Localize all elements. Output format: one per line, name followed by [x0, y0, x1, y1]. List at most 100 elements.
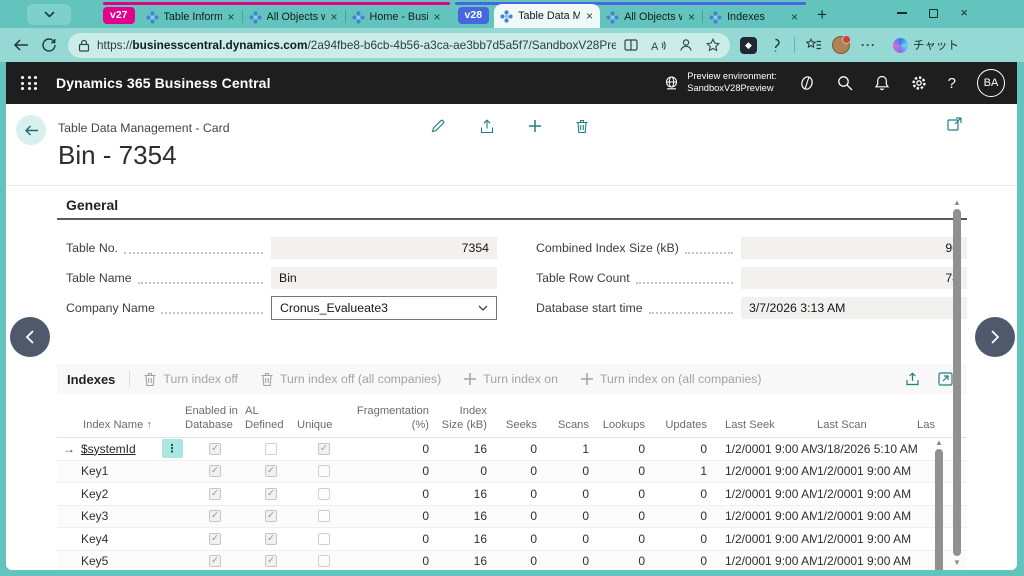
browser-profile-avatar[interactable]: [832, 36, 850, 54]
copilot-header-icon[interactable]: [798, 75, 816, 91]
back-icon[interactable]: [13, 38, 29, 52]
browser-tab[interactable]: Home - Business C×: [346, 6, 448, 28]
favorites-bar-icon[interactable]: [806, 38, 821, 52]
edit-button[interactable]: [430, 118, 446, 134]
tab-close-icon[interactable]: ×: [433, 10, 442, 24]
row-options-icon[interactable]: ⋮: [162, 439, 183, 458]
tab-close-icon[interactable]: ×: [227, 10, 236, 24]
column-header[interactable]: Last Scan: [817, 418, 917, 437]
profile-icon[interactable]: [679, 38, 693, 52]
numeric-cell: 0: [595, 442, 651, 456]
index-name-cell[interactable]: Key1: [81, 464, 159, 478]
page-scrollbar[interactable]: ▲ ▼: [951, 198, 963, 567]
tab-group-badge-v27[interactable]: v27: [103, 7, 135, 24]
column-header[interactable]: Unique: [297, 418, 351, 437]
toolbar-action[interactable]: Turn index off (all companies): [260, 372, 441, 387]
general-section-heading[interactable]: General: [57, 186, 967, 220]
column-header[interactable]: Seeks: [493, 418, 543, 437]
scroll-down-icon[interactable]: ▼: [953, 558, 961, 567]
business-central-favicon: [709, 11, 722, 24]
index-name-link[interactable]: $systemId: [81, 442, 136, 456]
tab-actions-button[interactable]: [27, 4, 71, 25]
table-row[interactable]: Key3✓✓01600001/2/0001 9:00 AM1/2/0001 9:…: [57, 506, 967, 529]
open-in-new-window-icon[interactable]: [947, 117, 962, 131]
indexes-toolbar: Indexes Turn index off Turn index off (al…: [57, 364, 967, 394]
browser-tab[interactable]: All Objects with Ca×: [243, 6, 345, 28]
field-value-dropdown[interactable]: Cronus_Evalueate3: [271, 296, 497, 320]
tab-close-icon[interactable]: ×: [790, 10, 799, 24]
index-name-cell[interactable]: Key4: [81, 532, 159, 546]
favorite-star-icon[interactable]: [706, 38, 720, 52]
share-button[interactable]: [479, 118, 495, 134]
maximize-icon[interactable]: [929, 9, 938, 18]
column-header[interactable]: Lookups: [595, 418, 651, 437]
copilot-button[interactable]: チャット: [887, 35, 965, 55]
page-action-bar: [430, 118, 589, 134]
column-header[interactable]: Index Size (kB): [435, 404, 493, 437]
table-row[interactable]: →$systemId⋮✓✓01601001/2/0001 9:00 AM3/18…: [57, 438, 967, 461]
tab-group-badge-v28[interactable]: v28: [458, 7, 490, 24]
read-aloud-icon[interactable]: A: [651, 39, 666, 52]
browser-tab[interactable]: All Objects with Ca×: [600, 6, 702, 28]
table-row[interactable]: Key4✓✓01600001/2/0001 9:00 AM1/2/0001 9:…: [57, 528, 967, 551]
user-avatar[interactable]: BA: [977, 69, 1005, 97]
browser-menu-icon[interactable]: ···: [861, 38, 876, 52]
browser-tab[interactable]: Indexes×: [703, 6, 805, 28]
search-icon[interactable]: [837, 75, 853, 91]
delete-button[interactable]: [575, 118, 589, 134]
breadcrumb[interactable]: Table Data Management - Card: [58, 121, 230, 135]
waffle-icon[interactable]: [21, 76, 38, 90]
column-header[interactable]: AL Defined: [245, 404, 297, 437]
browser-tab[interactable]: Table Information×: [140, 6, 242, 28]
split-screen-icon[interactable]: [624, 38, 638, 52]
close-icon[interactable]: ×: [960, 8, 968, 18]
column-header[interactable]: Last Seek: [713, 418, 817, 437]
toolbar-action[interactable]: Turn index on: [463, 372, 558, 387]
indexes-heading[interactable]: Indexes: [67, 372, 115, 387]
tab-close-icon[interactable]: ×: [330, 10, 339, 24]
app-title[interactable]: Dynamics 365 Business Central: [56, 75, 271, 91]
back-button[interactable]: [16, 115, 46, 145]
scrollbar-thumb[interactable]: [953, 209, 961, 556]
refresh-icon[interactable]: [42, 38, 56, 52]
tab-close-icon[interactable]: ×: [585, 9, 594, 23]
table-row[interactable]: Key1✓✓0000011/2/0001 9:00 AM1/2/0001 9:0…: [57, 461, 967, 484]
minimize-icon[interactable]: [897, 12, 907, 13]
notifications-bell-icon[interactable]: [874, 75, 890, 91]
table-row[interactable]: Key5✓✓01600001/2/0001 9:00 AM1/2/0001 9:…: [57, 551, 967, 571]
scrollbar-thumb[interactable]: [935, 449, 943, 570]
index-name-cell[interactable]: $systemId: [81, 442, 159, 456]
column-header[interactable]: Enabled in Database: [185, 404, 245, 437]
settings-gear-icon[interactable]: [911, 75, 927, 91]
browser-essentials-icon[interactable]: [768, 38, 783, 53]
tab-close-icon[interactable]: ×: [687, 10, 696, 24]
column-header[interactable]: Scans: [543, 418, 595, 437]
new-button[interactable]: [528, 118, 542, 134]
column-header[interactable]: Updates: [651, 418, 713, 437]
new-tab-button[interactable]: +: [817, 5, 827, 25]
next-record-button[interactable]: [975, 317, 1015, 357]
browser-tab[interactable]: Table Data Manage×: [494, 4, 600, 28]
toolbar-action[interactable]: Turn index off: [143, 372, 238, 387]
table-scrollbar[interactable]: ▲: [933, 438, 945, 570]
column-header[interactable]: Las: [917, 418, 935, 437]
extension-badge-icon[interactable]: ◆: [740, 37, 757, 54]
column-header[interactable]: Index Name ↑: [57, 418, 185, 437]
environment-indicator[interactable]: Preview environment: SandboxV28Preview: [663, 71, 776, 94]
column-header[interactable]: Fragmentation (%): [351, 404, 435, 437]
toolbar-action[interactable]: Turn index on (all companies): [580, 372, 762, 387]
index-name-cell[interactable]: Key3: [81, 509, 159, 523]
new-icon: [528, 119, 542, 133]
table-row[interactable]: Key2✓✓01600001/2/0001 9:00 AM1/2/0001 9:…: [57, 483, 967, 506]
address-bar[interactable]: https://businesscentral.dynamics.com/2a9…: [68, 33, 730, 58]
index-name-cell[interactable]: Key2: [81, 487, 159, 501]
scroll-up-icon[interactable]: ▲: [935, 438, 943, 447]
checked-checkbox: ✓: [209, 465, 221, 477]
chevron-down-icon: [44, 11, 55, 18]
checkbox-cell: [297, 465, 351, 477]
previous-record-button[interactable]: [10, 317, 50, 357]
index-name-cell[interactable]: Key5: [81, 554, 159, 568]
scroll-up-icon[interactable]: ▲: [953, 198, 961, 207]
help-icon[interactable]: ?: [948, 75, 956, 92]
share-icon[interactable]: [905, 372, 920, 386]
